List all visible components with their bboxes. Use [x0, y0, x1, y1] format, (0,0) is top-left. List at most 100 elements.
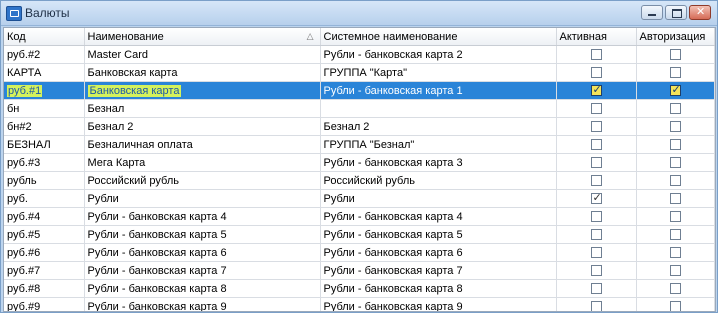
cell-name[interactable]: Рубли - банковская карта 4 — [84, 207, 321, 226]
cell-system-name[interactable]: Рубли - банковская карта 8 — [320, 279, 557, 298]
title-bar[interactable]: Валюты ✕ — [1, 1, 717, 26]
active-checkbox[interactable] — [590, 83, 602, 97]
cell-name[interactable]: Безнал 2 — [84, 117, 321, 136]
active-checkbox[interactable] — [590, 301, 602, 311]
active-checkbox[interactable] — [590, 121, 602, 133]
active-checkbox[interactable] — [590, 67, 602, 79]
active-checkbox[interactable] — [590, 229, 602, 241]
cell-system-name[interactable]: Рубли - банковская карта 1 — [320, 81, 557, 100]
authorization-checkbox[interactable] — [669, 265, 681, 277]
table-row[interactable]: руб.#2 Master Card Рубли - банковская карт… — [4, 45, 715, 64]
authorization-checkbox[interactable] — [669, 229, 681, 241]
minimize-button[interactable] — [641, 5, 663, 20]
cell-code[interactable]: руб.#8 — [4, 279, 85, 298]
authorization-checkbox[interactable] — [669, 157, 681, 169]
table-row[interactable]: бн#2 Безнал 2 Безнал 2 — [4, 117, 715, 136]
cell-system-name[interactable]: Рубли - банковская карта 3 — [320, 153, 557, 172]
table-row[interactable]: руб.#6 Рубли - банковская карта 6 Рубли - … — [4, 243, 715, 262]
table-row[interactable]: бн Безнал — [4, 99, 715, 118]
active-checkbox[interactable] — [590, 247, 602, 259]
authorization-checkbox[interactable] — [669, 283, 681, 295]
active-checkbox[interactable] — [590, 103, 602, 115]
active-checkbox[interactable] — [590, 191, 602, 205]
cell-system-name[interactable]: ГРУППА "Безнал" — [320, 135, 557, 154]
column-header-system-name[interactable]: Системное наименование — [320, 28, 557, 46]
table-row[interactable]: руб.#7 Рубли - банковская карта 7 Рубли - … — [4, 261, 715, 280]
cell-name[interactable]: Банковская карта — [84, 81, 321, 100]
authorization-checkbox[interactable] — [669, 301, 681, 311]
authorization-checkbox[interactable] — [669, 139, 681, 151]
cell-system-name[interactable]: Рубли - банковская карта 9 — [320, 297, 557, 311]
table-row[interactable]: руб.#4 Рубли - банковская карта 4 Рубли - … — [4, 207, 715, 226]
authorization-checkbox[interactable] — [669, 67, 681, 79]
authorization-checkbox[interactable] — [669, 49, 681, 61]
authorization-checkbox[interactable] — [669, 175, 681, 187]
table-row[interactable]: рубль Российский рубль Российский рубль — [4, 171, 715, 190]
currency-grid[interactable]: Код Наименование △ Системное наименовани… — [3, 27, 716, 312]
cell-name[interactable]: Безнал — [84, 99, 321, 118]
table-row[interactable]: КАРТА Банковская карта ГРУППА "Карта" — [4, 63, 715, 82]
maximize-button[interactable] — [665, 5, 687, 20]
cell-system-name[interactable]: ГРУППА "Карта" — [320, 63, 557, 82]
column-header-code[interactable]: Код — [4, 28, 85, 46]
active-checkbox[interactable] — [590, 265, 602, 277]
cell-code[interactable]: руб.#5 — [4, 225, 85, 244]
cell-code[interactable]: руб.#2 — [4, 45, 85, 64]
table-row[interactable]: руб.#8 Рубли - банковская карта 8 Рубли - … — [4, 279, 715, 298]
table-row[interactable]: руб.#9 Рубли - банковская карта 9 Рубли - … — [4, 297, 715, 311]
cell-code[interactable]: руб.#4 — [4, 207, 85, 226]
cell-code[interactable]: руб. — [4, 189, 85, 208]
cell-code[interactable]: бн#2 — [4, 117, 85, 136]
active-checkbox[interactable] — [590, 175, 602, 187]
cell-code[interactable]: КАРТА — [4, 63, 85, 82]
cell-name[interactable]: Рубли - банковская карта 8 — [84, 279, 321, 298]
table-row[interactable]: БЕЗНАЛ Безналичная оплата ГРУППА "Безнал" — [4, 135, 715, 154]
authorization-checkbox[interactable] — [669, 211, 681, 223]
table-row[interactable]: руб.#5 Рубли - банковская карта 5 Рубли - … — [4, 225, 715, 244]
table-row[interactable]: руб. Рубли Рубли — [4, 189, 715, 208]
cell-code[interactable]: рубль — [4, 171, 85, 190]
cell-name[interactable]: Рубли - банковская карта 6 — [84, 243, 321, 262]
active-checkbox[interactable] — [590, 283, 602, 295]
column-header-active[interactable]: Активная — [556, 28, 637, 46]
cell-system-name[interactable]: Рубли - банковская карта 5 — [320, 225, 557, 244]
cell-system-name[interactable]: Безнал 2 — [320, 117, 557, 136]
cell-name[interactable]: Рубли — [84, 189, 321, 208]
active-checkbox[interactable] — [590, 157, 602, 169]
cell-name[interactable]: Рубли - банковская карта 9 — [84, 297, 321, 311]
cell-name[interactable]: Master Card — [84, 45, 321, 64]
active-checkbox[interactable] — [590, 139, 602, 151]
authorization-checkbox[interactable] — [669, 193, 681, 205]
cell-system-name[interactable]: Рубли - банковская карта 6 — [320, 243, 557, 262]
cell-system-name[interactable]: Рубли — [320, 189, 557, 208]
table-row[interactable]: руб.#1 Банковская карта Рубли - банковская… — [4, 81, 715, 100]
column-header-name[interactable]: Наименование △ — [84, 28, 321, 46]
cell-code[interactable]: руб.#6 — [4, 243, 85, 262]
authorization-checkbox[interactable] — [669, 83, 681, 97]
cell-name[interactable]: Безналичная оплата — [84, 135, 321, 154]
cell-code[interactable]: бн — [4, 99, 85, 118]
close-button[interactable]: ✕ — [689, 5, 711, 20]
cell-code[interactable]: руб.#1 — [4, 81, 85, 100]
table-row[interactable]: руб.#3 Мега Карта Рубли - банковская карта… — [4, 153, 715, 172]
column-header-authorization[interactable]: Авторизация — [636, 28, 715, 46]
cell-code[interactable]: руб.#3 — [4, 153, 85, 172]
cell-system-name[interactable] — [320, 99, 557, 118]
cell-code[interactable]: руб.#9 — [4, 297, 85, 311]
active-checkbox[interactable] — [590, 211, 602, 223]
cell-name[interactable]: Банковская карта — [84, 63, 321, 82]
cell-name[interactable]: Рубли - банковская карта 7 — [84, 261, 321, 280]
authorization-checkbox[interactable] — [669, 103, 681, 115]
active-checkbox[interactable] — [590, 49, 602, 61]
cell-system-name[interactable]: Рубли - банковская карта 7 — [320, 261, 557, 280]
cell-system-name[interactable]: Российский рубль — [320, 171, 557, 190]
authorization-checkbox[interactable] — [669, 121, 681, 133]
cell-code[interactable]: руб.#7 — [4, 261, 85, 280]
cell-code[interactable]: БЕЗНАЛ — [4, 135, 85, 154]
cell-name[interactable]: Мега Карта — [84, 153, 321, 172]
cell-system-name[interactable]: Рубли - банковская карта 2 — [320, 45, 557, 64]
cell-name[interactable]: Рубли - банковская карта 5 — [84, 225, 321, 244]
cell-name[interactable]: Российский рубль — [84, 171, 321, 190]
authorization-checkbox[interactable] — [669, 247, 681, 259]
cell-system-name[interactable]: Рубли - банковская карта 4 — [320, 207, 557, 226]
